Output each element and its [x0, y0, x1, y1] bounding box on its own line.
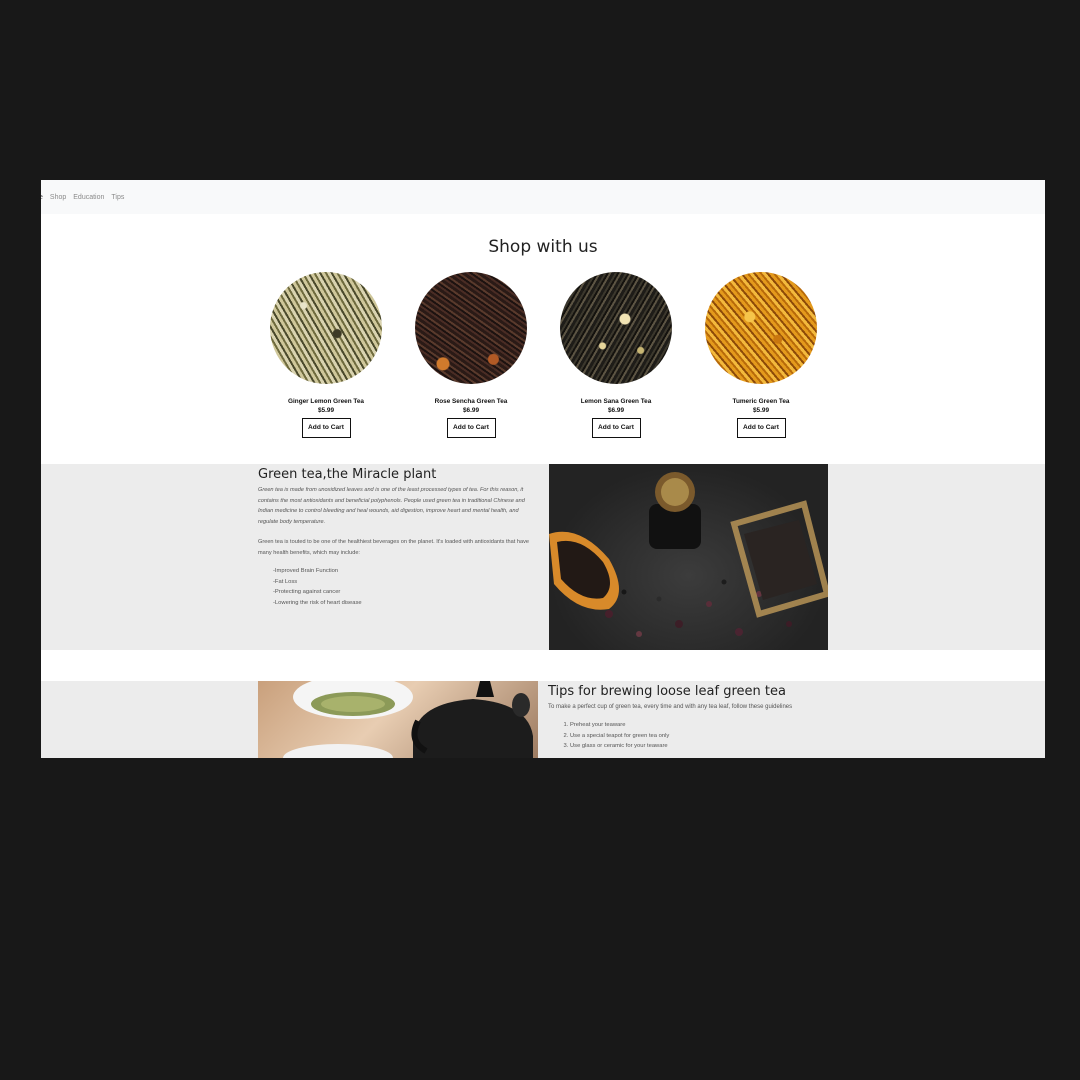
- browser-viewport: e Shop Education Tips Shop with us Ginge…: [41, 180, 1045, 758]
- nav-link-shop[interactable]: Shop: [50, 194, 66, 201]
- education-intro: Green tea is made from unoxidized leaves…: [258, 487, 525, 525]
- brewing-steps-list: Preheat your teaware Use a special teapo…: [548, 720, 808, 752]
- brewing-step: Use a special teapot for green tea only: [570, 731, 808, 742]
- tea-infuser-illustration: [549, 472, 828, 637]
- product-price: $6.99: [463, 407, 479, 414]
- nav-link-tips[interactable]: Tips: [111, 194, 124, 201]
- education-title: Green tea,the Miracle plant: [258, 467, 437, 482]
- brewing-step: Preheat your teaware: [570, 720, 808, 731]
- shop-title: Shop with us: [488, 237, 598, 257]
- top-navbar: e Shop Education Tips: [41, 180, 1045, 214]
- product-card: Ginger Lemon Green Tea $5.99 Add to Cart: [266, 272, 386, 438]
- benefits-list: -Improved Brain Function -Fat Loss -Prot…: [258, 566, 538, 608]
- product-image-ginger-lemon[interactable]: [270, 272, 382, 384]
- nav-link-education[interactable]: Education: [73, 194, 104, 201]
- tips-title: Tips for brewing loose leaf green tea: [548, 684, 786, 699]
- benefit-item: -Protecting against cancer: [273, 589, 341, 595]
- brewing-step: Use glass or ceramic for your teaware: [570, 741, 808, 752]
- product-name: Tumeric Green Tea: [732, 398, 790, 405]
- product-price: $6.99: [608, 407, 624, 414]
- nav-link-home[interactable]: e: [41, 194, 43, 201]
- product-card: Lemon Sana Green Tea $6.99 Add to Cart: [556, 272, 676, 438]
- product-card: Rose Sencha Green Tea $6.99 Add to Cart: [411, 272, 531, 438]
- add-to-cart-button[interactable]: Add to Cart: [591, 418, 641, 438]
- benefit-item: -Improved Brain Function: [273, 568, 339, 574]
- benefit-item: -Lowering the risk of heart disease: [273, 599, 362, 606]
- product-grid: Ginger Lemon Green Tea $5.99 Add to Cart…: [41, 272, 1045, 438]
- teapot-illustration: [283, 681, 533, 758]
- add-to-cart-button[interactable]: Add to Cart: [736, 418, 786, 438]
- tips-section-background: [41, 681, 1045, 758]
- add-to-cart-button[interactable]: Add to Cart: [446, 418, 496, 438]
- tips-intro: To make a perfect cup of green tea, ever…: [548, 704, 793, 710]
- product-price: $5.99: [753, 407, 769, 414]
- product-name: Lemon Sana Green Tea: [580, 398, 652, 405]
- product-name: Ginger Lemon Green Tea: [288, 398, 364, 405]
- education-section-background: [41, 464, 1045, 650]
- product-card: Tumeric Green Tea $5.99 Add to Cart: [701, 272, 821, 438]
- add-to-cart-button[interactable]: Add to Cart: [301, 418, 351, 438]
- product-image-rose-sencha[interactable]: [415, 272, 527, 384]
- education-paragraph: Green tea is touted to be one of the hea…: [258, 539, 529, 556]
- product-name: Rose Sencha Green Tea: [434, 398, 508, 405]
- teapot-photo: [258, 681, 538, 758]
- product-image-tumeric[interactable]: [705, 272, 817, 384]
- education-text-block: Green tea,the Miracle plant Green tea is…: [258, 464, 538, 608]
- product-price: $5.99: [318, 407, 334, 414]
- product-image-lemon-sana[interactable]: [560, 272, 672, 384]
- tips-text-block: Tips for brewing loose leaf green tea To…: [548, 681, 808, 752]
- benefit-item: -Fat Loss: [273, 578, 298, 585]
- tea-infuser-photo: [549, 464, 828, 650]
